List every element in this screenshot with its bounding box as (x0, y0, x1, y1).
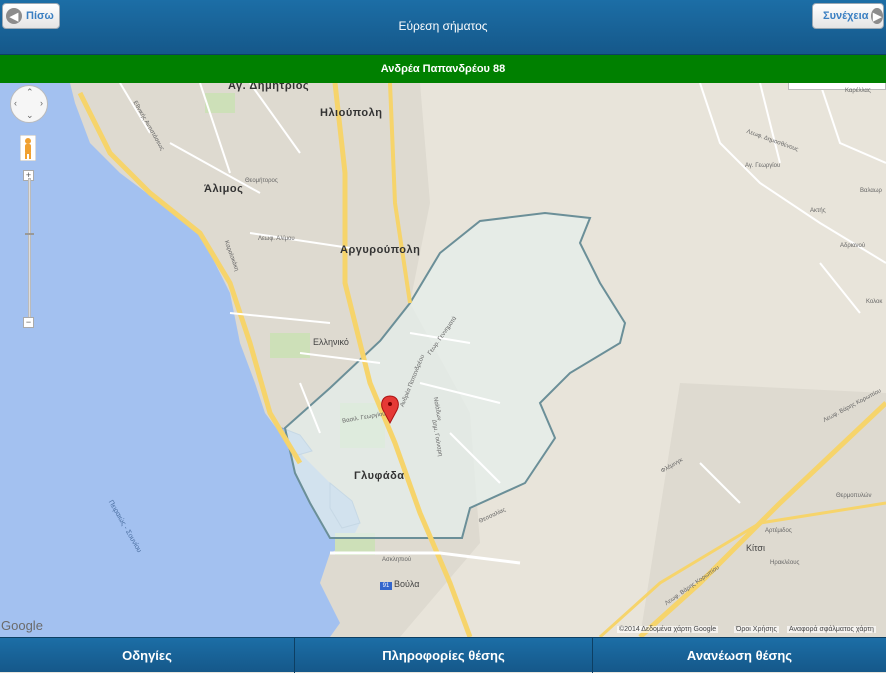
place-label: Άλιμος (204, 183, 244, 195)
street-label: Ακτής (810, 208, 826, 214)
map-type-control[interactable]: Χάρτης Δορυφόρος (788, 83, 886, 90)
street-label: Αρτέμιδος (765, 528, 792, 534)
address-bar: Ανδρέα Παπανδρέου 88 (0, 55, 886, 83)
place-label: Αγ. Δημήτριος (228, 83, 310, 92)
tab-refresh-location[interactable]: Ανανέωση θέσης (593, 638, 886, 673)
street-label: Βαλαωρ (860, 188, 882, 194)
place-label: Αργυρούπολη (340, 244, 421, 256)
street-label: Ασκληπιού (382, 557, 412, 563)
tab-directions[interactable]: Οδηγίες (0, 638, 295, 673)
street-label: Λεωφ. Αλίμου (258, 236, 295, 242)
road-shield: 91 (380, 582, 392, 590)
zoom-slider[interactable] (28, 178, 31, 328)
terms-link[interactable]: Όροι Χρήσης (734, 626, 779, 633)
google-logo: Google (1, 618, 43, 633)
bottom-tab-bar: Οδηγίες Πληροφορίες θέσης Ανανέωση θέσης (0, 637, 886, 673)
street-label: Καρέλλας (845, 88, 871, 94)
zoom-slider-handle[interactable] (25, 233, 34, 235)
place-label: Γλυφάδα (354, 470, 405, 482)
place-label: Βούλα (394, 579, 420, 589)
next-button[interactable]: Συνέχεια ▶ (812, 3, 884, 29)
street-label: Ηρακλέους (770, 560, 800, 566)
app-header: ◀ Πίσω Εύρεση σήματος Συνέχεια ▶ (0, 0, 886, 55)
street-label: Αδριανού (840, 243, 866, 249)
zoom-out-icon[interactable]: − (23, 317, 34, 328)
pegman-icon[interactable] (20, 135, 36, 161)
pan-control-icon[interactable]: ⌃ ⌄ ‹ › (10, 85, 48, 123)
page-title: Εύρεση σήματος (398, 19, 488, 33)
map-copyright: ©2014 Δεδομένα χάρτη Google (617, 626, 719, 633)
place-label: Κίτσι (746, 543, 765, 553)
map-view[interactable]: Χάρτης Δορυφόρος ⌃ ⌄ ‹ › + − Αγ. Δημήτρι… (0, 83, 886, 637)
next-button-label: Συνέχεια (823, 10, 869, 22)
street-label: Θερμοπυλών (836, 493, 872, 499)
street-label: Κολοκ (866, 299, 883, 305)
report-error-link[interactable]: Αναφορά σφάλματος χάρτη (787, 626, 876, 633)
tab-location-info[interactable]: Πληροφορίες θέσης (295, 638, 593, 673)
forward-arrow-icon: ▶ (871, 8, 883, 24)
place-label: Ηλιούπολη (320, 107, 383, 119)
place-label: Ελληνικό (313, 337, 349, 347)
street-label: Θεομήτορος (245, 178, 278, 184)
street-label: Αγ. Γεωργίου (745, 163, 781, 169)
